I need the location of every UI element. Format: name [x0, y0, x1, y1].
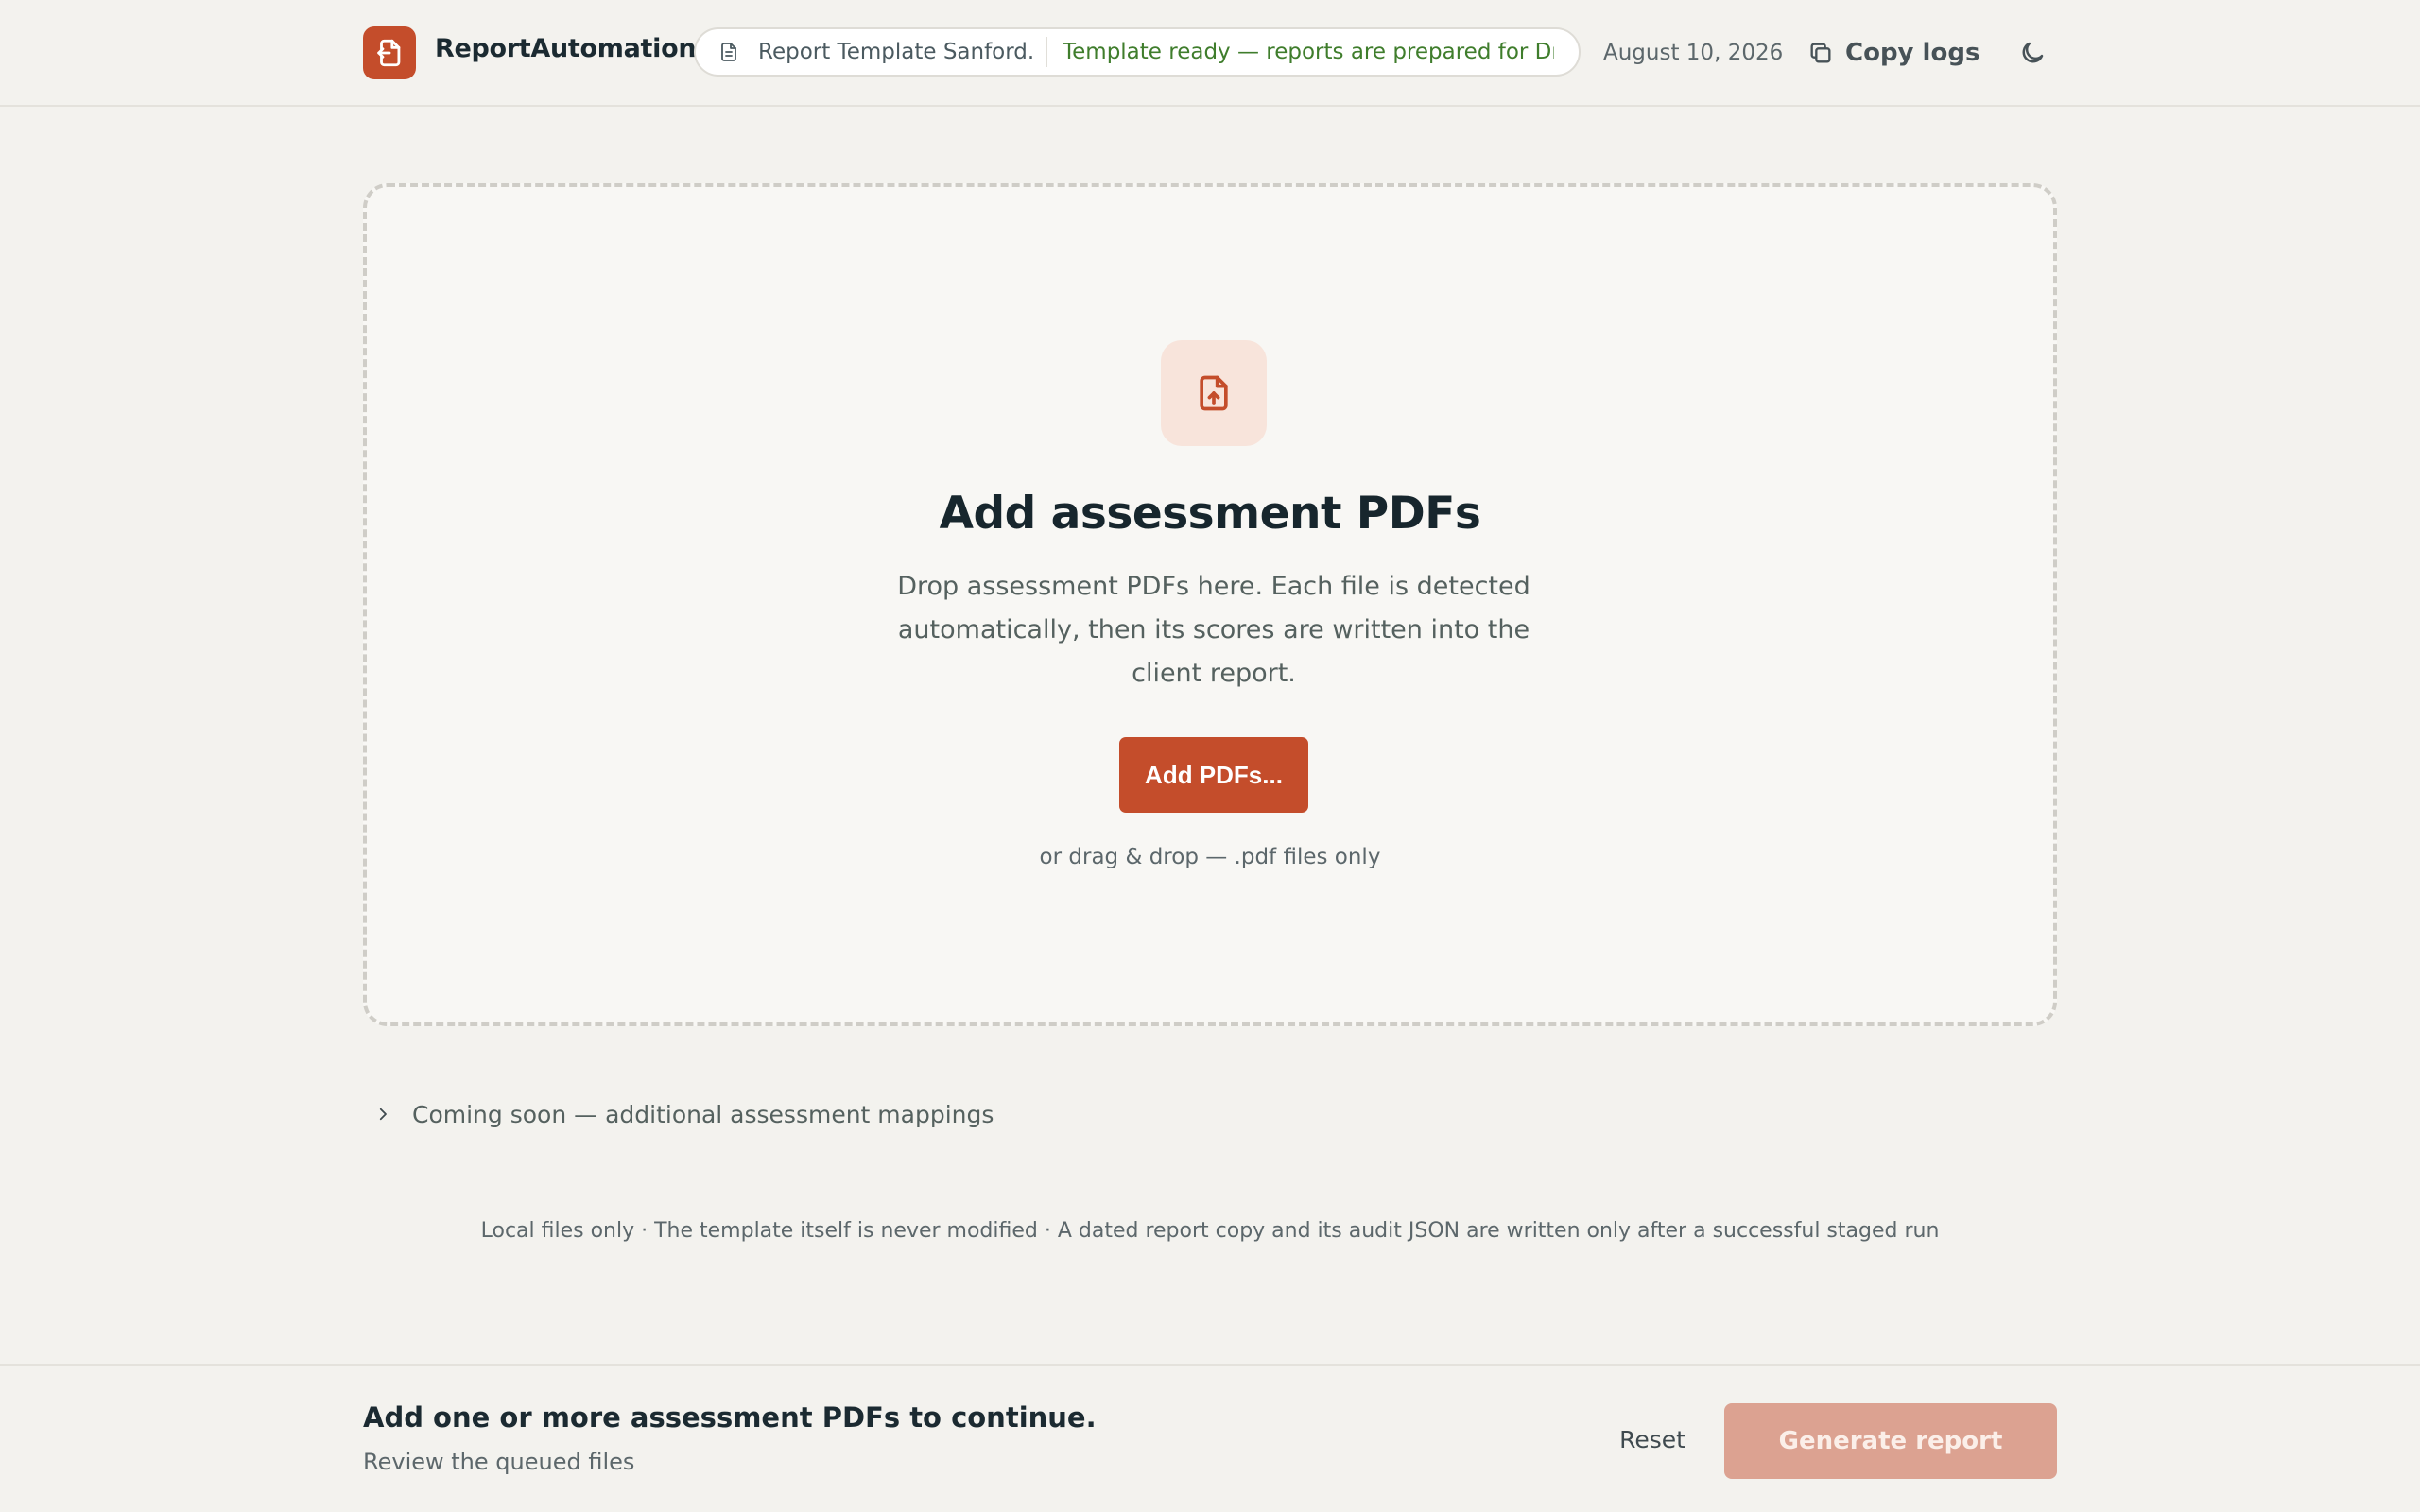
status-title: Add one or more assessment PDFs to conti…	[363, 1401, 1097, 1434]
template-name: Report Template Sanford....	[758, 40, 1032, 64]
add-pdfs-button[interactable]: Add PDFs...	[1119, 737, 1308, 813]
chevron-right-icon	[379, 1108, 387, 1121]
generate-report-button[interactable]: Generate report	[1724, 1403, 2057, 1479]
document-icon	[717, 40, 741, 64]
app-logo	[363, 26, 416, 79]
coming-soon-disclosure[interactable]: Coming soon — additional assessment mapp…	[374, 1098, 994, 1130]
dropzone-description: Drop assessment PDFs here. Each file is …	[897, 572, 1530, 688]
top-bar: ReportAutomation Report Template Sanford…	[0, 0, 2420, 107]
copy-icon	[1810, 43, 1831, 63]
moon-icon	[2022, 42, 2044, 63]
pill-divider	[1046, 37, 1047, 67]
file-upload-icon	[1200, 375, 1228, 411]
pdf-dropzone[interactable]: Add assessment PDFs Drop assessment PDFs…	[363, 183, 2057, 1026]
upload-badge	[1161, 340, 1267, 446]
bottom-action-bar: Add one or more assessment PDFs to conti…	[0, 1364, 2420, 1512]
coming-soon-label: Coming soon — additional assessment mapp…	[412, 1100, 994, 1128]
file-export-icon	[377, 39, 401, 67]
reset-button[interactable]: Reset	[1607, 1418, 1698, 1460]
footnote: Local files only · The template itself i…	[480, 1219, 1940, 1243]
status-subtitle: Review the queued files	[363, 1449, 635, 1475]
template-status: Template ready — reports are prepared fo…	[1063, 40, 1554, 64]
copy-logs-label: Copy logs	[1845, 39, 1980, 67]
copy-logs-button[interactable]: Copy logs	[1807, 34, 1979, 72]
theme-toggle-button[interactable]	[2014, 34, 2051, 72]
template-selector[interactable]: Report Template Sanford.... Template rea…	[694, 27, 1581, 77]
current-date: August 10, 2026	[1603, 41, 1784, 65]
dropzone-hint: or drag & drop — .pdf files only	[1039, 845, 1381, 869]
dropzone-title: Add assessment PDFs	[939, 488, 1481, 540]
app-name: ReportAutomation	[435, 34, 697, 63]
